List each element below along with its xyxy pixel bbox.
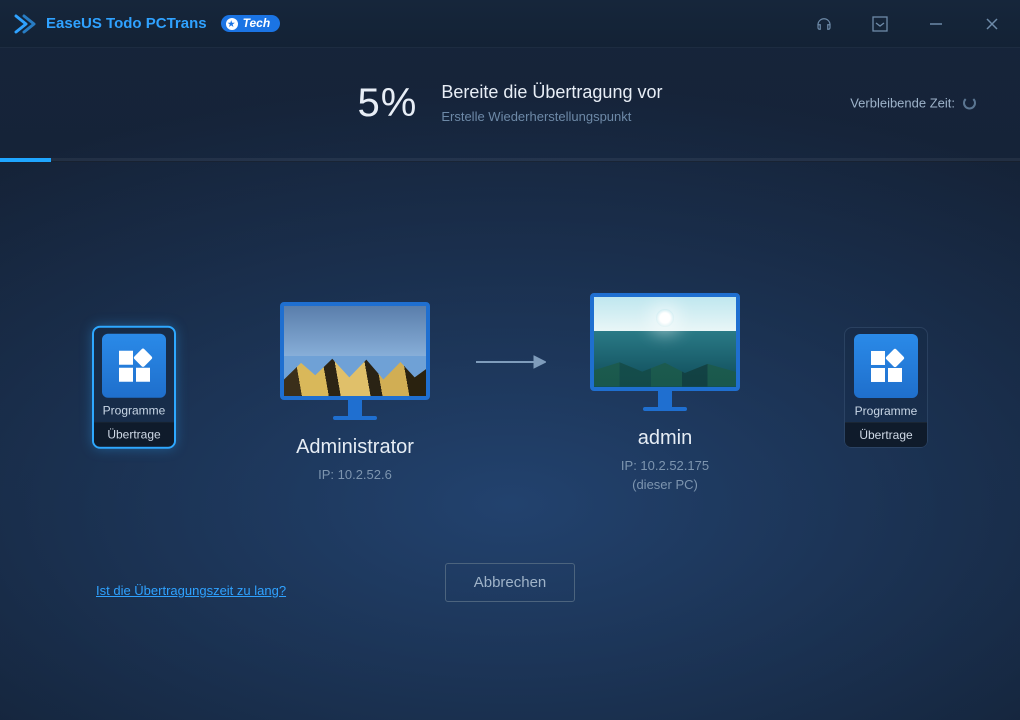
progress-percent: 5% [358,81,418,126]
progress-title: Bereite die Übertragung vor [441,82,662,103]
apps-icon [854,334,918,398]
app-logo: EaseUS Todo PCTrans Tech [14,12,280,36]
window-controls [810,10,1006,38]
source-pc-ip: IP: 10.2.52.6 [318,467,392,482]
close-button[interactable] [978,10,1006,38]
progress-header: 5% Bereite die Übertragung vor Erstelle … [0,48,1020,158]
source-pc-name: Administrator [296,436,414,459]
logo-icon [14,12,38,36]
arrow-right-icon [474,353,546,371]
minimize-button[interactable] [922,10,950,38]
remaining-time-label: Verbleibende Zeit: [850,96,955,111]
help-link[interactable]: Ist die Übertragungszeit zu lang? [96,583,286,598]
dest-pc-note: (dieser PC) [632,477,698,492]
source-pc: Administrator IP: 10.2.52.6 [280,302,430,482]
dest-category-status: Übertrage [845,422,927,447]
transfer-center: Administrator IP: 10.2.52.6 admin IP: 10… [280,293,740,492]
remaining-time: Verbleibende Zeit: [850,96,976,111]
source-category-label: Programme [98,404,170,418]
dest-pc-ip: IP: 10.2.52.175 [621,458,709,473]
footer: Ist die Übertragungszeit zu lang? Abbrec… [0,563,1020,602]
transfer-stage: Programme Übertrage Programme Übertrage … [0,162,1020,642]
dest-pc: admin IP: 10.2.52.175 (dieser PC) [590,293,740,492]
cancel-button[interactable]: Abbrechen [445,563,576,602]
source-category-status: Übertrage [94,422,174,447]
titlebar: EaseUS Todo PCTrans Tech [0,0,1020,48]
dest-category-label: Programme [849,404,923,418]
menu-dropdown-icon[interactable] [866,10,894,38]
dest-pc-name: admin [638,427,692,450]
progress-subtitle: Erstelle Wiederherstellungspunkt [441,109,662,124]
progress-texts: Bereite die Übertragung vor Erstelle Wie… [441,82,662,124]
source-category-card[interactable]: Programme Übertrage [92,326,176,449]
apps-icon [102,334,166,398]
dest-monitor-icon [590,293,740,391]
support-icon[interactable] [810,10,838,38]
app-name: EaseUS Todo PCTrans [46,15,207,32]
dest-category-card[interactable]: Programme Übertrage [844,327,928,448]
edition-badge: Tech [221,15,281,32]
source-monitor-icon [280,302,430,400]
spinner-icon [963,97,976,110]
